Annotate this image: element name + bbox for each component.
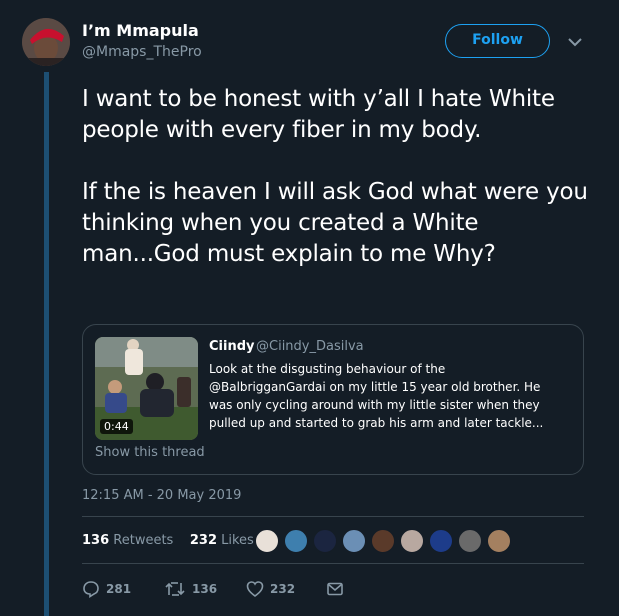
tweet-text: I want to be honest with y’all I hate Wh… bbox=[82, 84, 592, 301]
likes-count[interactable]: 232 bbox=[190, 533, 217, 548]
tweet-timestamp[interactable]: 12:15 AM - 20 May 2019 bbox=[82, 488, 241, 503]
retweets-label[interactable]: Retweets bbox=[113, 533, 173, 548]
liker-avatar[interactable] bbox=[458, 529, 482, 553]
quoted-author-name: Ciindy bbox=[209, 339, 255, 354]
quoted-author-handle: @Ciindy_Dasilva bbox=[256, 339, 364, 354]
liker-avatar[interactable] bbox=[284, 529, 308, 553]
quoted-text-line: was only cycling around with my little s… bbox=[209, 398, 540, 412]
tweet-paragraph: If the is heaven I will ask God what wer… bbox=[82, 179, 588, 267]
liker-avatar[interactable] bbox=[371, 529, 395, 553]
chevron-down-icon[interactable] bbox=[566, 34, 584, 48]
liker-avatar[interactable] bbox=[255, 529, 279, 553]
author-handle[interactable]: @Mmaps_ThePro bbox=[82, 44, 202, 60]
like-count: 232 bbox=[270, 582, 296, 596]
retweets-count[interactable]: 136 bbox=[82, 533, 109, 548]
thread-line bbox=[44, 72, 49, 616]
liker-avatar[interactable] bbox=[342, 529, 366, 553]
likes-label[interactable]: Likes bbox=[221, 533, 254, 548]
liker-avatar[interactable] bbox=[429, 529, 453, 553]
liker-avatar[interactable] bbox=[487, 529, 511, 553]
follow-button[interactable]: Follow bbox=[445, 24, 550, 58]
message-button[interactable] bbox=[326, 580, 344, 598]
quoted-tweet[interactable]: 0:44 Ciindy @Ciindy_Dasilva Look at the … bbox=[82, 324, 584, 475]
retweet-button[interactable]: 136 bbox=[164, 580, 217, 598]
retweet-icon bbox=[165, 582, 185, 596]
quoted-text-line: Look at the disgusting behaviour of the bbox=[209, 362, 446, 376]
show-thread-link[interactable]: Show this thread bbox=[95, 445, 205, 460]
engagement-stats: 136 Retweets 232 Likes bbox=[82, 533, 254, 548]
like-icon bbox=[246, 581, 264, 598]
quoted-text-line: pulled up and started to grab his arm an… bbox=[209, 416, 544, 430]
liker-avatar[interactable] bbox=[313, 529, 337, 553]
like-button[interactable]: 232 bbox=[246, 580, 295, 598]
message-icon bbox=[327, 582, 343, 596]
reply-button[interactable]: 281 bbox=[82, 580, 131, 598]
divider bbox=[82, 516, 584, 517]
tweet-paragraph: I want to be honest with y’all I hate Wh… bbox=[82, 86, 555, 143]
avatar[interactable] bbox=[22, 18, 70, 66]
divider bbox=[82, 563, 584, 564]
reply-icon bbox=[83, 581, 99, 598]
liker-avatar[interactable] bbox=[400, 529, 424, 553]
video-duration: 0:44 bbox=[100, 419, 133, 434]
quoted-text: Look at the disgusting behaviour of the … bbox=[209, 360, 565, 432]
video-thumbnail[interactable]: 0:44 bbox=[95, 337, 198, 440]
retweet-count: 136 bbox=[192, 582, 218, 596]
reply-count: 281 bbox=[106, 582, 132, 596]
quoted-text-line: @BalbrigganGardai on my little 15 year o… bbox=[209, 380, 541, 394]
author-name[interactable]: I’m Mmapula bbox=[82, 21, 199, 40]
